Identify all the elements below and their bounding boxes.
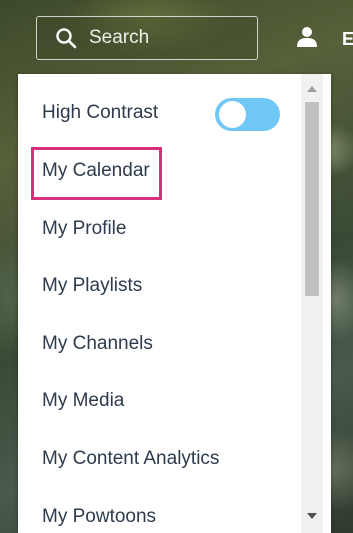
scroll-down-arrow-icon[interactable]	[301, 509, 323, 523]
menu-item-my-channels[interactable]: My Channels	[42, 333, 153, 355]
scrollbar-thumb[interactable]	[305, 102, 319, 296]
search-icon	[55, 27, 77, 49]
user-icon[interactable]	[296, 26, 318, 48]
menu-item-my-media[interactable]: My Media	[42, 390, 124, 412]
user-menu-dropdown: High Contrast My Calendar My Profile My …	[18, 74, 331, 533]
menu-item-my-content-analytics[interactable]: My Content Analytics	[42, 448, 219, 470]
search-label: Search	[89, 27, 150, 48]
menu-item-my-profile[interactable]: My Profile	[42, 218, 126, 240]
high-contrast-toggle[interactable]	[215, 98, 280, 131]
user-name-initial[interactable]: E	[342, 29, 353, 50]
menu-item-my-playlists[interactable]: My Playlists	[42, 275, 142, 297]
toggle-knob	[219, 101, 246, 128]
menu-item-my-powtoons[interactable]: My Powtoons	[42, 506, 156, 528]
high-contrast-label: High Contrast	[42, 102, 159, 123]
menu-item-my-calendar[interactable]: My Calendar	[42, 160, 150, 182]
scroll-up-arrow-icon[interactable]	[301, 82, 323, 96]
search-box[interactable]: Search	[36, 16, 258, 60]
